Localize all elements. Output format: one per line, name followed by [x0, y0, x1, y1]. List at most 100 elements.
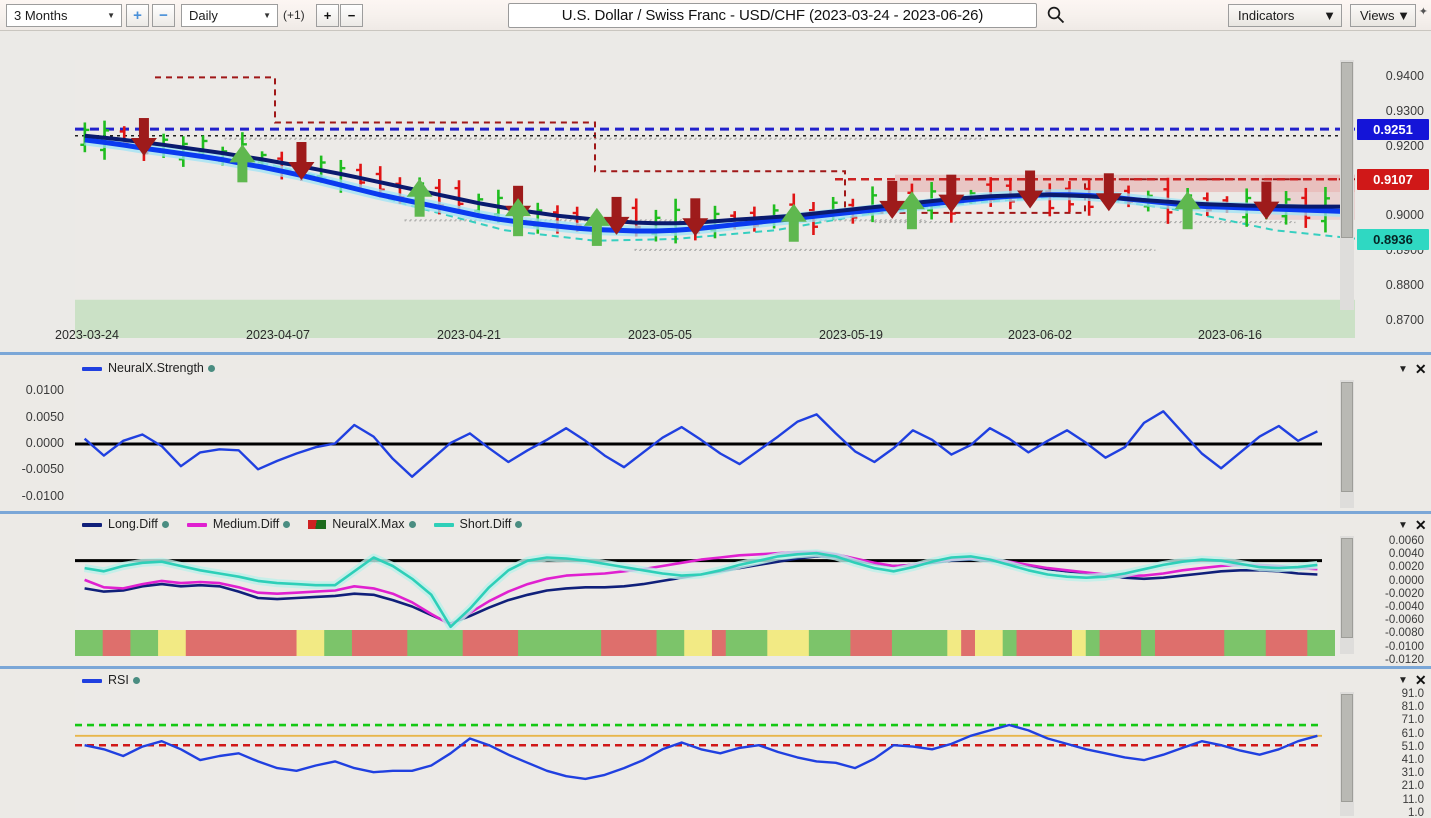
period-increase-button[interactable]: +	[126, 4, 149, 27]
neuralx-strength-plot-area[interactable]	[75, 378, 1327, 510]
period-select[interactable]: 3 Months ▼	[6, 4, 122, 27]
rsi-tick-label: 31.0	[1401, 767, 1424, 780]
plus-icon: +	[323, 8, 332, 23]
legend-label: Long.Diff	[108, 517, 158, 531]
panel4-controls[interactable]: ▼ ✕	[1398, 673, 1427, 687]
chevron-down-icon[interactable]: ▼	[1398, 520, 1408, 531]
interval-select-value: Daily	[189, 8, 218, 23]
date-tick-label: 2023-06-16	[1198, 328, 1262, 342]
rsi-tick-label: 91.0	[1401, 688, 1424, 700]
legend-item-rsi[interactable]: RSI	[82, 673, 140, 687]
legend-label: NeuralX.Max	[332, 517, 405, 531]
legend-item-neuralx-max[interactable]: NeuralX.Max	[308, 517, 416, 531]
legend-label: Medium.Diff	[212, 517, 280, 531]
price-panel	[0, 32, 1431, 352]
neuralx-max-icon	[308, 519, 327, 529]
panel4-scroll-thumb[interactable]	[1341, 694, 1353, 802]
rsi-legend: RSI	[82, 673, 158, 687]
legend-status-dot[interactable]	[515, 520, 523, 528]
rsi-tick-label: 41.0	[1401, 754, 1424, 766]
chevron-down-icon[interactable]: ▼	[1398, 364, 1408, 375]
line-icon	[186, 522, 207, 527]
bars-increase-button[interactable]: +	[316, 4, 339, 27]
date-tick-label: 2023-06-02	[1008, 328, 1072, 342]
neuralx-tick-label: -0.0100	[21, 488, 64, 503]
rsi-tick-label: 71.0	[1401, 714, 1424, 727]
chevron-down-icon: ▼	[1397, 8, 1410, 23]
legend-status-dot[interactable]	[408, 520, 416, 528]
price-tick-label: 0.8800	[1385, 277, 1424, 292]
close-icon[interactable]: ✕	[1415, 673, 1427, 687]
diff-tick-label: -0.0040	[1384, 601, 1424, 613]
price-tick-label: 0.9400	[1385, 69, 1424, 84]
weekly-price-tag: 0.8936	[1357, 228, 1429, 250]
diff-tick-label: 0.0020	[1388, 561, 1424, 574]
neuralx-max-signal-strip[interactable]	[75, 630, 1335, 656]
diff-tick-label: 0.0060	[1388, 535, 1424, 547]
legend-label: NeuralX.Strength	[108, 361, 204, 375]
minus-icon: −	[159, 7, 168, 24]
chevron-down-icon: ▼	[1323, 8, 1336, 23]
date-tick-label: 2023-04-07	[246, 328, 310, 342]
price-tick-label: 0.9200	[1385, 138, 1424, 153]
bars-decrease-button[interactable]: −	[340, 4, 363, 27]
rsi-tick-label: 21.0	[1401, 780, 1424, 793]
indicators-select-value: Indicators	[1238, 8, 1295, 23]
diff-plot-area[interactable]	[75, 534, 1327, 630]
interval-select[interactable]: Daily ▼	[181, 4, 278, 27]
diff-legend: Long.Diff Medium.Diff NeuralX.Max Short.Dif…	[82, 517, 540, 531]
legend-status-dot[interactable]	[283, 520, 291, 528]
rsi-tick-label: 81.0	[1401, 701, 1424, 714]
legend-label: RSI	[108, 673, 129, 687]
diff-tick-label: 0.0000	[1388, 574, 1424, 587]
toolbar: 3 Months ▼ + − Daily ▼ (+1) + − U.S. Dol…	[0, 0, 1431, 31]
legend-status-dot[interactable]	[132, 676, 140, 684]
neuralx-tick-label: -0.0050	[21, 462, 64, 477]
chevron-down-icon: ▼	[263, 11, 271, 20]
panel2-separator	[0, 352, 1431, 355]
close-icon[interactable]: ✕	[1415, 362, 1427, 376]
line-icon	[433, 522, 454, 527]
search-icon[interactable]	[1046, 5, 1066, 25]
chevron-down-icon: ▼	[107, 11, 115, 20]
views-select[interactable]: Views ▼	[1350, 4, 1416, 27]
rsi-plot-area[interactable]	[75, 690, 1327, 818]
panel3-controls[interactable]: ▼ ✕	[1398, 518, 1427, 532]
legend-item-short-diff[interactable]: Short.Diff	[433, 517, 523, 531]
plus-icon: +	[133, 7, 142, 24]
diff-tick-label: -0.0080	[1384, 627, 1424, 640]
date-tick-label: 2023-05-05	[628, 328, 692, 342]
pin-icon[interactable]: ✦	[1419, 5, 1428, 18]
diff-tick-label: 0.0040	[1388, 548, 1424, 561]
price-tick-label: 0.8700	[1385, 312, 1424, 327]
date-tick-label: 2023-03-24	[55, 328, 119, 342]
close-icon[interactable]: ✕	[1415, 518, 1427, 532]
panel4-separator	[0, 666, 1431, 669]
neuralx-tick-label: 0.0100	[25, 383, 64, 398]
line-icon	[82, 366, 102, 371]
panel2-controls[interactable]: ▼ ✕	[1398, 362, 1427, 376]
diff-tick-label: -0.0020	[1384, 587, 1424, 600]
rsi-tick-label: 61.0	[1401, 727, 1424, 740]
period-decrease-button[interactable]: −	[152, 4, 175, 27]
neuralx-tick-label: 0.0000	[25, 436, 64, 450]
legend-status-dot[interactable]	[161, 520, 169, 528]
indicators-select[interactable]: Indicators ▼	[1228, 4, 1342, 27]
legend-item-long-diff[interactable]: Long.Diff	[82, 517, 169, 531]
line-icon	[82, 522, 102, 527]
diff-tick-label: -0.0060	[1384, 614, 1424, 627]
line-icon	[82, 678, 102, 683]
panel3-separator	[0, 511, 1431, 514]
yearly-price-tag: 0.9251	[1357, 119, 1429, 141]
symbol-search-input[interactable]: U.S. Dollar / Swiss Franc - USD/CHF (202…	[508, 3, 1037, 28]
panel2-scroll-thumb[interactable]	[1341, 382, 1353, 492]
legend-item-neuralx-strength[interactable]: NeuralX.Strength	[82, 361, 215, 375]
legend-label: Short.Diff	[459, 517, 512, 531]
minus-icon: −	[347, 8, 356, 23]
price-panel-scroll-thumb[interactable]	[1341, 62, 1353, 238]
legend-status-dot[interactable]	[207, 364, 215, 372]
chevron-down-icon[interactable]: ▼	[1398, 675, 1408, 686]
legend-item-medium-diff[interactable]: Medium.Diff	[186, 517, 291, 531]
price-plot-area[interactable]	[75, 60, 1355, 338]
panel3-scroll-thumb[interactable]	[1341, 538, 1353, 638]
